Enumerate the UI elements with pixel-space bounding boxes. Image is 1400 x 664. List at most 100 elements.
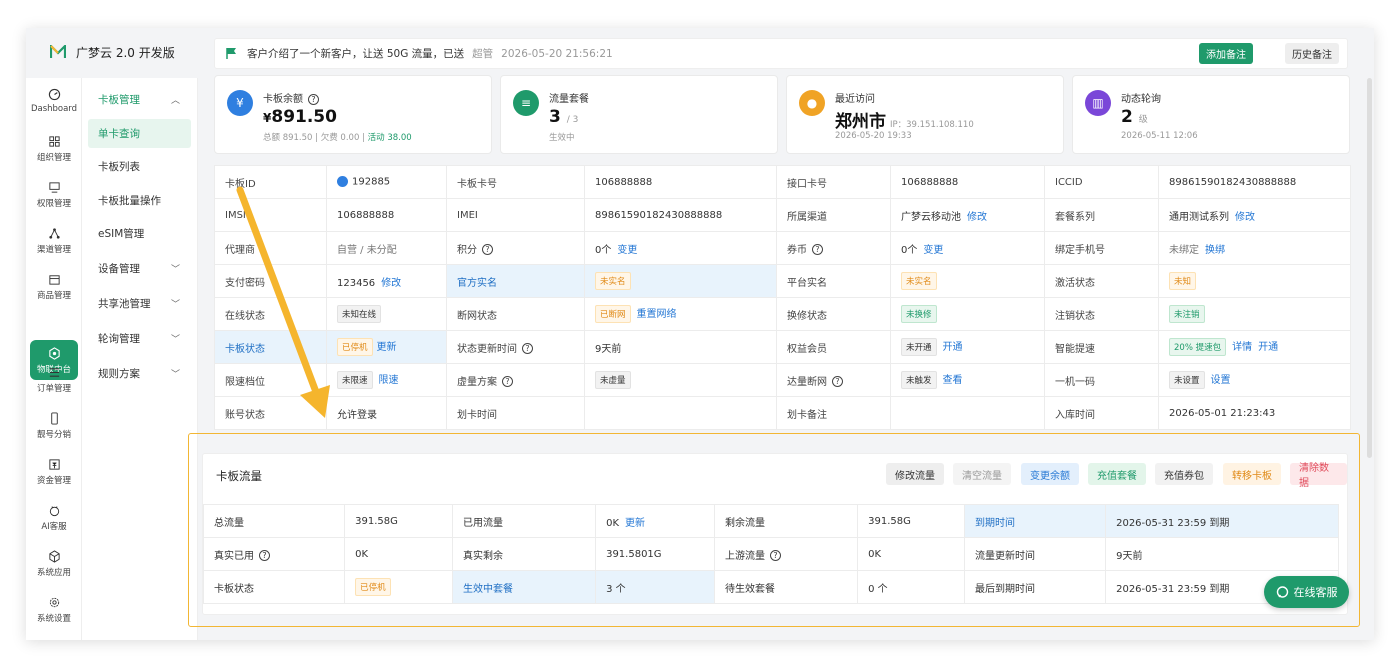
edit-password-link[interactable]: 修改 [381, 278, 401, 289]
list-icon [49, 368, 59, 377]
note-author: 超管 [472, 48, 494, 60]
menu-group-pool[interactable]: 共享池管理 ﹀ [88, 289, 191, 318]
menu-group-rules[interactable]: 规则方案 ﹀ [88, 359, 191, 388]
rail-permission[interactable]: 权限管理 [26, 181, 82, 209]
transfer-card-button[interactable]: 转移卡板 [1223, 463, 1281, 485]
open-membership-link[interactable]: 开通 [943, 342, 963, 353]
rail-dashboard[interactable]: Dashboard [26, 88, 82, 114]
rail-channel[interactable]: 渠道管理 [26, 227, 82, 255]
polling-card: ▥ 动态轮询 2 级 2026-05-11 12:06 [1072, 75, 1350, 154]
network-icon [48, 228, 60, 239]
menu-item-batch[interactable]: 卡板批量操作 [88, 186, 191, 215]
edit-traffic-button[interactable]: 修改流量 [886, 463, 944, 485]
menu-group-polling[interactable]: 轮询管理 ﹀ [88, 324, 191, 353]
help-icon[interactable]: ? [482, 244, 493, 255]
table-row: IMSI 106888888 IMEI 89861590182430888888… [214, 198, 1351, 232]
status-badge: 未开通 [901, 338, 937, 356]
rail-org[interactable]: 组织管理 [26, 135, 82, 163]
set-code-link[interactable]: 设置 [1211, 375, 1231, 386]
note-bar: 客户介绍了一个新客户，让送 50G 流量，已送 超管 2026-05-20 21… [214, 38, 1348, 69]
traffic-table: 总流量 391.58G 已用流量 0K 更新 剩余流量 391.58G 到期时间 … [202, 504, 1339, 604]
dashboard-icon [48, 88, 60, 101]
panel-title: 卡板流量 [216, 469, 262, 483]
rail-goods[interactable]: 商品管理 [26, 273, 82, 301]
rebind-phone-link[interactable]: 换绑 [1205, 245, 1225, 256]
rail-number[interactable]: 靓号分销 [26, 412, 82, 440]
chevron-down-icon: ﹀ [170, 370, 180, 380]
grid-icon [48, 136, 60, 147]
scrollbar[interactable] [1367, 78, 1372, 458]
refresh-status-link[interactable]: 更新 [377, 342, 397, 353]
status-badge: 未实名 [595, 272, 631, 290]
status-badge: 已断网 [595, 305, 631, 323]
help-icon[interactable]: ? [259, 550, 270, 561]
table-row: 卡板状态 已停机 生效中套餐 3 个 待生效套餐 0 个 最后到期时间 2026… [202, 570, 1339, 604]
package-icon: ≡ [513, 90, 539, 116]
phone-icon [50, 412, 58, 425]
money-icon [48, 459, 60, 470]
status-badge: 已停机 [355, 578, 391, 596]
help-icon[interactable]: ? [832, 376, 843, 387]
gear-icon [49, 597, 59, 608]
change-points-link[interactable]: 变更 [617, 245, 637, 256]
rail-apps[interactable]: 系统应用 [26, 550, 82, 578]
help-icon[interactable]: ? [770, 550, 782, 561]
ai-icon [49, 506, 59, 517]
change-balance-button[interactable]: 变更余额 [1021, 463, 1079, 485]
menu-item-single-query[interactable]: 单卡查询 [88, 119, 191, 148]
reset-network-link[interactable]: 重置网络 [637, 309, 677, 320]
edit-series-link[interactable]: 修改 [1235, 212, 1255, 223]
rail-order[interactable]: 订单管理 [26, 366, 82, 394]
speedup-detail-link[interactable]: 详情 [1232, 342, 1252, 353]
limit-speed-link[interactable]: 限速 [379, 375, 399, 386]
menu-item-esim[interactable]: eSIM管理 [88, 219, 191, 248]
clear-traffic-button[interactable]: 清空流量 [953, 463, 1011, 485]
online-service-button[interactable]: 在线客服 [1264, 576, 1349, 608]
recharge-coupon-button[interactable]: 充值券包 [1155, 463, 1213, 485]
traffic-panel: 卡板流量 修改流量 清空流量 变更余额 充值套餐 充值券包 转移卡板 清除数据 … [202, 453, 1348, 615]
monitor-icon [48, 182, 60, 193]
help-icon[interactable]: ? [522, 343, 533, 354]
status-badge: 未知 [1169, 272, 1197, 290]
wallet-icon: ¥ [227, 90, 253, 116]
add-note-button[interactable]: 添加备注 [1199, 43, 1253, 64]
help-icon[interactable]: ? [308, 93, 319, 105]
edit-channel-link[interactable]: 修改 [967, 212, 987, 223]
refresh-usage-link[interactable]: 更新 [625, 518, 645, 529]
cube-icon [48, 550, 60, 563]
status-badge: 未虚量 [595, 371, 631, 389]
history-notes-button[interactable]: 历史备注 [1285, 43, 1339, 64]
status-badge: 未注销 [1169, 305, 1205, 323]
balance-card: ¥ 卡板余额? ¥891.50 总额 891.50 | 欠费 0.00 | 活动… [214, 75, 492, 154]
help-icon[interactable]: ? [812, 244, 823, 255]
rail-settings[interactable]: 系统设置 [26, 596, 82, 624]
table-row: 卡板状态 已停机 更新 状态更新时间? 9天前 权益会员 未开通 开通 智能提速 2… [214, 330, 1351, 364]
app-window: 广梦云 2.0 开发版 Dashboard 组织管理 权限管理 渠道管理 商品管… [26, 28, 1374, 640]
change-coupon-link[interactable]: 变更 [923, 245, 943, 256]
view-cutoff-link[interactable]: 查看 [943, 375, 963, 386]
recharge-package-button[interactable]: 充值套餐 [1088, 463, 1146, 485]
menu-item-card-list[interactable]: 卡板列表 [88, 152, 191, 181]
help-icon[interactable]: ? [502, 376, 513, 387]
menu-group-card[interactable]: 卡板管理 ︿ [88, 85, 191, 114]
chevron-down-icon: ﹀ [170, 335, 180, 345]
table-row: 账号状态 允许登录 划卡时间 划卡备注 入库时间 2026-05-01 21:2… [214, 396, 1351, 430]
main-content: 客户介绍了一个新客户，让送 50G 流量，已送 超管 2026-05-20 21… [188, 28, 1374, 640]
table-row: 总流量 391.58G 已用流量 0K 更新 剩余流量 391.58G 到期时间 … [202, 504, 1339, 538]
clear-data-button[interactable]: 清除数据 [1290, 463, 1347, 489]
table-row: 支付密码 123456 修改 官方实名 未实名 平台实名 未实名 激活状态 未知 [214, 264, 1351, 298]
status-badge: 未实名 [901, 272, 937, 290]
rail-fund[interactable]: 资金管理 [26, 458, 82, 486]
chevron-up-icon: ︿ [170, 96, 180, 106]
status-badge: 未设置 [1169, 371, 1205, 389]
table-row: 代理商 自营 / 未分配 积分? 0个 变更 券币? 0个 变更 绑定手机号 未绑定… [214, 231, 1351, 265]
speedup-open-link[interactable]: 开通 [1258, 342, 1278, 353]
status-badge: 未换修 [901, 305, 937, 323]
status-badge: 未触发 [901, 371, 937, 389]
table-row: 真实已用? 0K 真实剩余 391.5801G 上游流量? 0K 流量更新时间 … [202, 537, 1339, 571]
last-visit-card: ● 最近访问 郑州市 IP：39.151.108.110 2026-05-20 1… [786, 75, 1064, 154]
carrier-icon [337, 176, 348, 188]
menu-group-device[interactable]: 设备管理 ﹀ [88, 254, 191, 283]
chevron-down-icon: ﹀ [170, 265, 180, 275]
rail-ai[interactable]: AI客服 [26, 504, 82, 532]
